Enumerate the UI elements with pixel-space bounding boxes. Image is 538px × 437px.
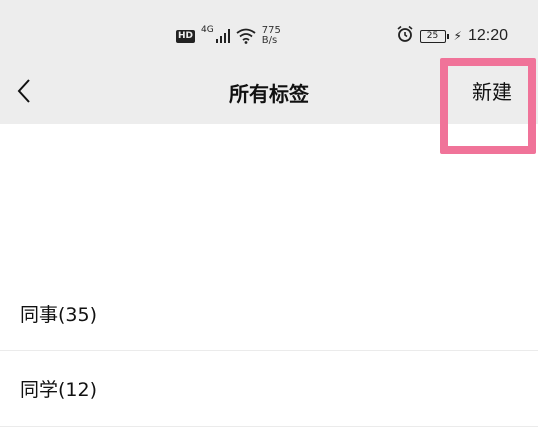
speed-unit: B/s [261, 35, 278, 46]
new-tag-button[interactable]: 新建 [462, 76, 522, 108]
app-bar: 所有标签 新建 [0, 60, 538, 124]
battery-level: 25 [426, 30, 439, 41]
signal-icon [215, 29, 230, 43]
tag-item-classmates[interactable]: 同学(12) [0, 351, 538, 427]
wifi-icon [236, 28, 256, 44]
status-indicators-center: HD 4G 775 B/s [176, 22, 281, 50]
hd-icon: HD [176, 29, 196, 43]
page-title: 所有标签 [229, 82, 309, 106]
tag-list: 同事(35) 同学(12) [0, 276, 538, 427]
battery-icon: 25 [419, 29, 449, 43]
network-speed: 775 B/s [262, 26, 281, 46]
status-bar: HD 4G 775 B/s 25 ⚡ 12:20 [0, 0, 538, 60]
tag-item-colleagues[interactable]: 同事(35) [0, 276, 538, 351]
network-type: 4G [201, 25, 214, 35]
tag-label: 同学(12) [20, 379, 98, 401]
charging-icon: ⚡ [453, 29, 462, 43]
clock: 12:20 [467, 27, 508, 44]
alarm-icon [396, 25, 414, 47]
tag-label: 同事(35) [20, 303, 98, 326]
status-indicators-right: 25 ⚡ 12:20 [396, 22, 508, 50]
screen: HD 4G 775 B/s 25 ⚡ 12:20 所有标签 新建 同事(35) … [0, 0, 538, 437]
